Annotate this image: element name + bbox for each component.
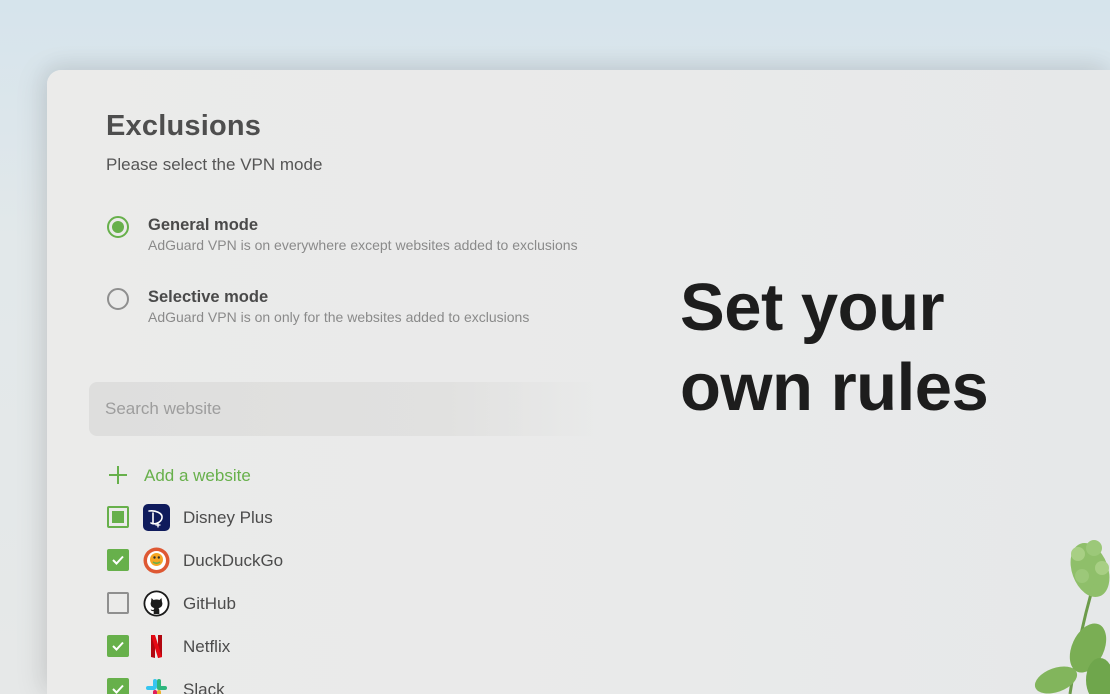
disney-plus-icon xyxy=(143,504,170,531)
disney-plus-label: Disney Plus xyxy=(183,508,273,527)
plant-decoration-icon xyxy=(1034,540,1110,694)
selective-mode-label: Selective mode xyxy=(148,288,269,306)
slack-label: Slack xyxy=(183,680,225,694)
netflix-label: Netflix xyxy=(183,637,231,656)
site-row-github: GitHub xyxy=(106,588,506,620)
general-mode-label: General mode xyxy=(148,216,259,234)
checkmark-icon xyxy=(112,555,124,565)
slack-checkbox[interactable] xyxy=(107,678,129,694)
site-row-disney-plus: Disney Plus xyxy=(106,502,506,534)
site-row-duckduckgo: DuckDuckGo xyxy=(106,545,506,577)
selective-mode-description: AdGuard VPN is on only for the websites … xyxy=(148,309,530,325)
netflix-icon xyxy=(151,635,162,658)
github-label: GitHub xyxy=(183,594,236,613)
duckduckgo-icon xyxy=(143,547,170,574)
selective-mode-radio[interactable] xyxy=(107,288,129,310)
site-row-slack: Slack xyxy=(106,674,506,694)
plus-icon xyxy=(109,466,127,484)
github-checkbox[interactable] xyxy=(107,592,129,614)
checkmark-icon xyxy=(112,641,124,651)
slack-icon xyxy=(146,679,167,694)
general-mode-description: AdGuard VPN is on everywhere except webs… xyxy=(148,237,578,253)
duckduckgo-label: DuckDuckGo xyxy=(183,551,284,570)
general-mode-radio[interactable] xyxy=(107,216,129,238)
search-website-input[interactable] xyxy=(89,382,601,436)
duckduckgo-checkbox[interactable] xyxy=(107,549,129,571)
headline-line-2: own rules xyxy=(680,350,989,425)
page-title: Exclusions xyxy=(106,110,262,142)
github-icon xyxy=(143,590,170,617)
selective-mode-option[interactable]: Selective mode AdGuard VPN is on only fo… xyxy=(106,284,666,328)
site-row-netflix: Netflix xyxy=(106,631,506,663)
disney-plus-checkbox[interactable] xyxy=(107,506,129,528)
general-mode-option[interactable]: General mode AdGuard VPN is on everywher… xyxy=(106,212,666,256)
add-website-label: Add a website xyxy=(144,466,251,485)
headline-line-1: Set your xyxy=(680,270,945,345)
promo-headline: Set your own rules xyxy=(680,268,989,428)
page-subtitle: Please select the VPN mode xyxy=(106,155,323,174)
checkmark-icon xyxy=(112,684,124,694)
netflix-checkbox[interactable] xyxy=(107,635,129,657)
